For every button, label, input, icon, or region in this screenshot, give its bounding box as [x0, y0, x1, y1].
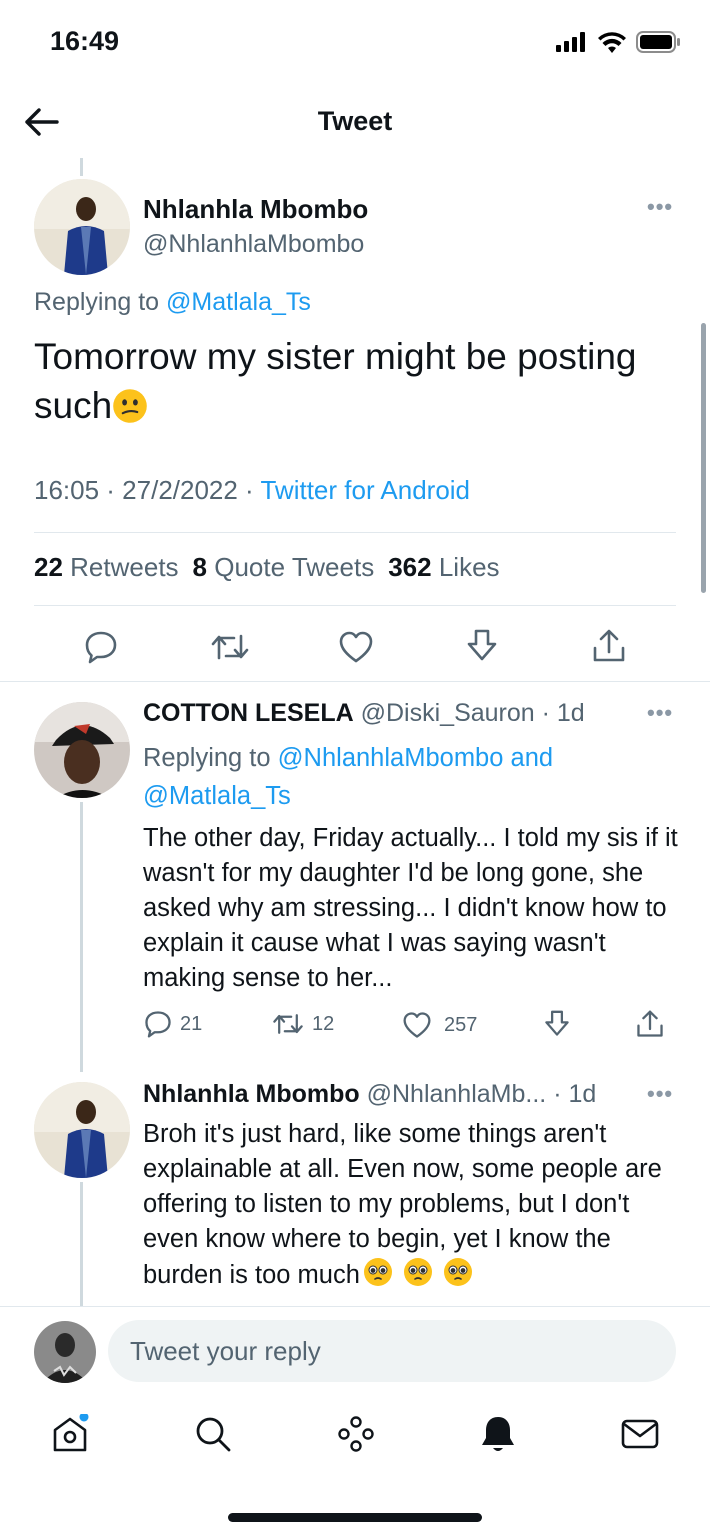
retweet-button[interactable] [210, 632, 250, 662]
retweet-icon [211, 634, 249, 660]
download-icon [467, 629, 497, 661]
divider [0, 681, 710, 682]
quote-tweets-stat[interactable]: 8 Quote Tweets [193, 552, 375, 583]
bookmark-button[interactable] [544, 1009, 570, 1039]
bottom-tab-bar [0, 1396, 710, 1486]
author-name[interactable]: Nhlanhla Mbombo [143, 194, 368, 225]
thread-line [80, 802, 83, 1072]
tweet-timestamp: 16:05 · 27/2/2022 · [34, 475, 261, 505]
reply-count: 21 [180, 1012, 203, 1035]
heart-icon [403, 1012, 431, 1038]
share-button[interactable] [636, 1009, 664, 1039]
reply-button[interactable] [84, 630, 118, 664]
heart-icon [339, 631, 373, 663]
retweet-icon [273, 1014, 303, 1034]
replying-to-link[interactable]: @Matlala_Ts [143, 782, 291, 810]
wifi-icon [598, 31, 626, 53]
bookmark-button[interactable] [466, 628, 498, 664]
reply-header: Nhlanhla Mbombo @NhlanhlaMb... · 1d [143, 1080, 596, 1109]
like-button[interactable] [338, 630, 374, 664]
replying-to-label: Replying to [143, 744, 271, 772]
like-button[interactable]: 257 [402, 1011, 477, 1039]
more-options-icon[interactable]: ••• [647, 194, 673, 220]
avatar[interactable] [34, 179, 130, 275]
spaces-icon [338, 1416, 374, 1452]
likes-stat[interactable]: 362 Likes [388, 552, 499, 583]
tab-notifications[interactable] [478, 1414, 518, 1454]
reply-button[interactable]: 21 [144, 1010, 202, 1038]
tab-home[interactable] [50, 1414, 90, 1454]
retweet-button[interactable]: 12 [272, 1012, 334, 1036]
replying-to: Replying to @NhlanhlaMbombo and @Matlala… [143, 739, 663, 815]
reply-age: · 1d [546, 1080, 597, 1108]
reply-author-handle[interactable]: @Diski_Sauron [361, 699, 535, 727]
status-icons [556, 31, 680, 53]
tweet-source[interactable]: Twitter for Android [260, 475, 470, 505]
reply-input[interactable]: Tweet your reply [108, 1320, 676, 1382]
scrollbar[interactable] [701, 323, 706, 593]
more-options-icon[interactable]: ••• [647, 700, 673, 726]
share-icon [593, 629, 625, 662]
reply-age: · 1d [534, 699, 585, 727]
more-options-icon[interactable]: ••• [647, 1081, 673, 1107]
tweet-meta: 16:05 · 27/2/2022 · Twitter for Android [34, 475, 470, 506]
tab-spaces[interactable] [336, 1414, 376, 1454]
reply-author-handle[interactable]: @NhlanhlaMb... [367, 1080, 547, 1108]
reply-text: The other day, Friday actually... I told… [143, 824, 678, 992]
reply-header: COTTON LESELA @Diski_Sauron · 1d [143, 699, 585, 728]
mail-icon [621, 1419, 659, 1449]
like-count: 257 [444, 1013, 478, 1036]
top-nav: Tweet [0, 88, 710, 158]
tweet-text: Tomorrow my sister might be posting such [34, 332, 684, 430]
retweets-stat[interactable]: 22 Retweets [34, 552, 179, 583]
tweet-actions [0, 622, 710, 672]
thread-connector [80, 158, 83, 176]
home-icon [53, 1414, 89, 1452]
battery-icon [636, 31, 680, 53]
replying-and: and [510, 744, 554, 772]
status-bar: 16:49 [0, 0, 710, 88]
reply-author-name[interactable]: Nhlanhla Mbombo [143, 1080, 360, 1108]
reply-composer: Tweet your reply [0, 1306, 710, 1396]
avatar[interactable] [34, 1082, 130, 1178]
reply-icon [85, 631, 117, 664]
replying-to-label: Replying to [34, 288, 160, 316]
bell-icon [482, 1417, 514, 1451]
pleading-face-icon [403, 1258, 432, 1286]
author-handle[interactable]: @NhlanhlaMbombo [143, 230, 364, 259]
reply-icon [145, 1011, 171, 1038]
page-title: Tweet [317, 106, 393, 136]
user-avatar[interactable] [34, 1321, 96, 1383]
thread-line [80, 1182, 83, 1306]
reply-text: Broh it's just hard, like some things ar… [143, 1117, 683, 1293]
reply-author-name[interactable]: COTTON LESELA [143, 699, 354, 727]
download-icon [545, 1010, 569, 1036]
search-icon [196, 1417, 231, 1452]
retweet-count: 12 [312, 1012, 335, 1035]
tab-messages[interactable] [620, 1414, 660, 1454]
avatar[interactable] [34, 702, 130, 798]
confused-face-icon [113, 389, 147, 423]
tweet-stats: 22 Retweets 8 Quote Tweets 362 Likes [34, 552, 514, 583]
status-time: 16:49 [50, 26, 120, 56]
share-icon [637, 1010, 663, 1037]
pleading-face-icon [443, 1258, 472, 1286]
replying-to-link[interactable]: @Matlala_Ts [166, 288, 311, 316]
signal-icon [556, 32, 585, 52]
share-button[interactable] [592, 628, 626, 664]
divider [34, 605, 676, 606]
home-indicator[interactable] [228, 1513, 482, 1522]
pleading-face-icon [363, 1258, 392, 1286]
replying-to-link[interactable]: @NhlanhlaMbombo [278, 744, 504, 772]
tab-search[interactable] [193, 1414, 233, 1454]
replying-to: Replying to @Matlala_Ts [34, 288, 311, 317]
divider [34, 532, 676, 533]
